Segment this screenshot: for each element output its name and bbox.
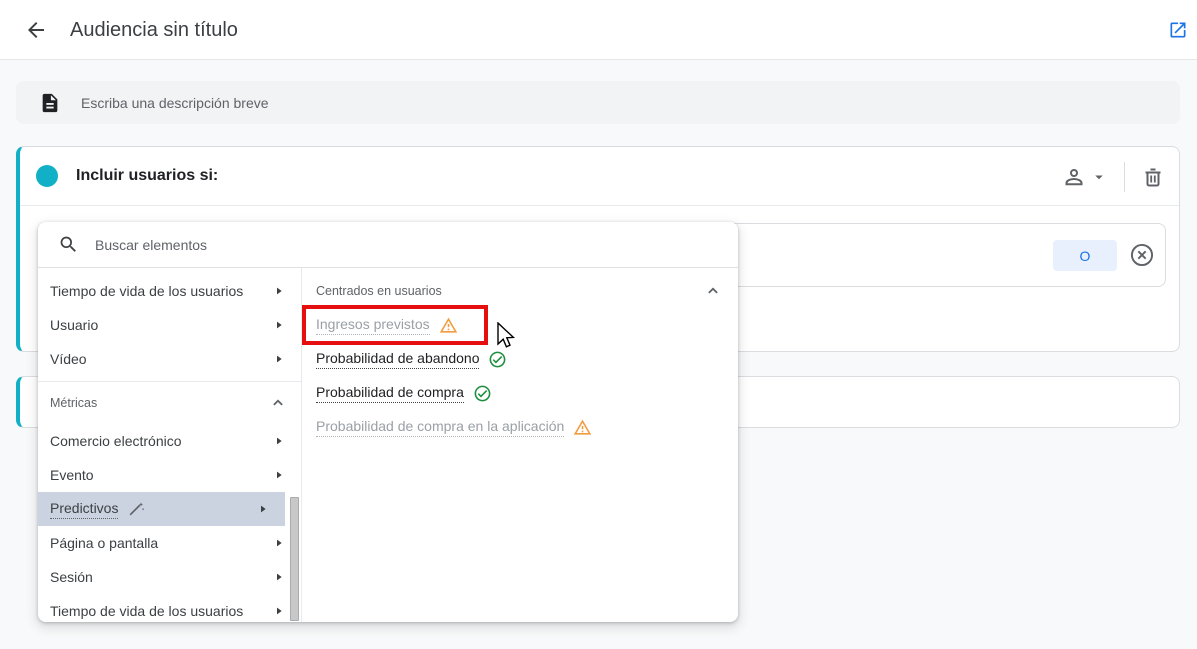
submenu-arrow-icon: [271, 433, 287, 449]
submenu-arrow-icon: [271, 467, 287, 483]
magic-wand-icon: [126, 499, 146, 519]
submenu-arrow-icon: [271, 283, 287, 299]
audience-builder-page: Audiencia sin título Incluir usuarios si…: [0, 0, 1197, 649]
check-circle-icon: [488, 350, 507, 369]
topbar: Audiencia sin título: [0, 0, 1197, 60]
user-scope-icon[interactable]: [1062, 165, 1086, 189]
chevron-up-icon: [269, 394, 287, 412]
trash-icon[interactable]: [1141, 165, 1165, 189]
metric-churn-probability[interactable]: Probabilidad de abandono: [302, 342, 738, 376]
picker-body: Tiempo de vida de los usuarios Usuario V…: [38, 268, 738, 622]
warning-icon: [573, 418, 592, 437]
submenu-section-header[interactable]: Centrados en usuarios: [302, 274, 738, 308]
category-user[interactable]: Usuario: [38, 308, 301, 342]
controls-divider: [1124, 162, 1125, 192]
category-ecommerce[interactable]: Comercio electrónico: [38, 424, 301, 458]
include-card-controls: [1062, 147, 1165, 206]
open-in-new-icon[interactable]: [1168, 20, 1188, 40]
metrics-section-header[interactable]: Métricas: [38, 387, 301, 419]
or-condition-button[interactable]: O: [1053, 240, 1117, 271]
page-title: Audiencia sin título: [70, 0, 238, 60]
check-circle-icon: [473, 384, 492, 403]
metric-purchase-probability[interactable]: Probabilidad de compra: [302, 376, 738, 410]
category-page-screen[interactable]: Página o pantalla: [38, 526, 301, 560]
submenu-arrow-icon: [255, 501, 271, 517]
submenu-arrow-icon: [271, 317, 287, 333]
caret-down-icon[interactable]: [1090, 168, 1108, 186]
picker-search-row[interactable]: [38, 222, 738, 268]
category-user-lifetime-metrics[interactable]: Tiempo de vida de los usuarios: [38, 594, 301, 622]
category-user-lifetime[interactable]: Tiempo de vida de los usuarios: [38, 274, 301, 308]
remove-condition-icon[interactable]: [1129, 242, 1155, 268]
submenu-arrow-icon: [271, 351, 287, 367]
submenu-arrow-icon: [271, 535, 287, 551]
category-event[interactable]: Evento: [38, 458, 301, 492]
scrollbar-thumb[interactable]: [290, 497, 299, 621]
category-video[interactable]: Vídeo: [38, 342, 301, 376]
submenu-arrow-icon: [271, 603, 287, 619]
category-predictive[interactable]: Predictivos: [38, 492, 285, 526]
element-picker-dropdown: Tiempo de vida de los usuarios Usuario V…: [38, 222, 738, 622]
picker-category-list: Tiempo de vida de los usuarios Usuario V…: [38, 268, 302, 622]
include-card-header: Incluir usuarios si:: [20, 147, 1179, 206]
description-bar[interactable]: [16, 81, 1180, 124]
search-input[interactable]: [95, 237, 655, 253]
submenu-arrow-icon: [271, 569, 287, 585]
metric-predicted-revenue[interactable]: Ingresos previstos: [302, 308, 738, 342]
category-session[interactable]: Sesión: [38, 560, 301, 594]
description-input[interactable]: [81, 95, 981, 111]
predictive-submenu: Centrados en usuarios Ingresos previstos…: [302, 268, 738, 622]
document-icon: [39, 92, 61, 114]
include-card-title: Incluir usuarios si:: [76, 167, 218, 185]
search-icon: [58, 234, 79, 255]
include-scope-dot: [36, 165, 58, 187]
back-arrow-icon[interactable]: [24, 18, 48, 42]
metric-in-app-purchase-probability[interactable]: Probabilidad de compra en la aplicación: [302, 410, 738, 444]
chevron-up-icon: [704, 282, 722, 300]
metrics-divider: [38, 381, 301, 382]
warning-icon: [439, 316, 458, 335]
